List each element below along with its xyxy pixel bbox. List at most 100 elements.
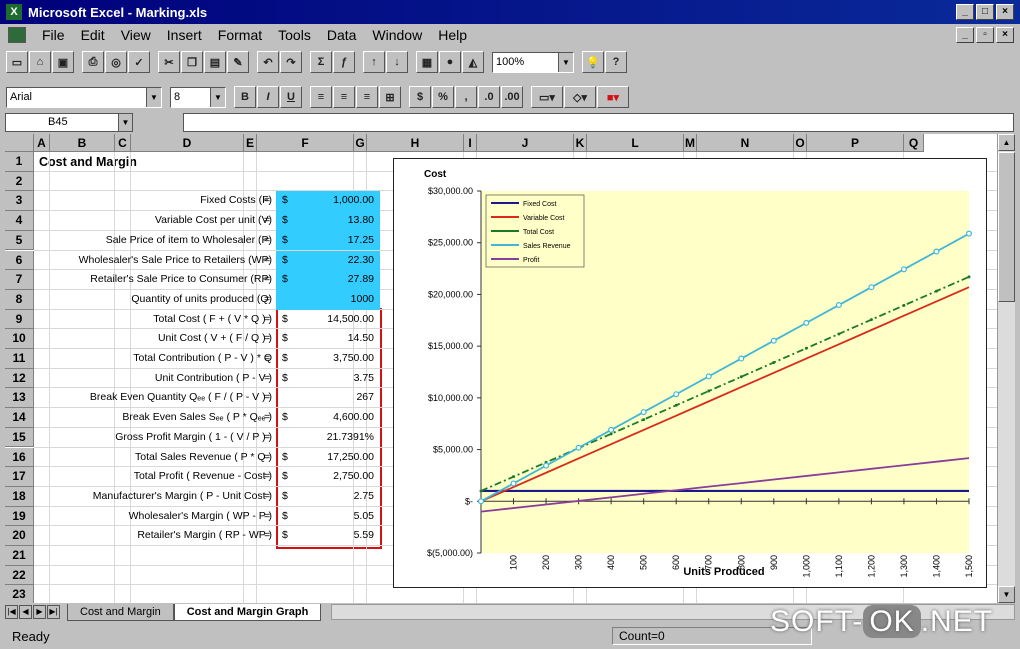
menu-file[interactable]: File [34, 27, 73, 43]
menu-view[interactable]: View [113, 27, 159, 43]
value-cell[interactable]: $14,500.00 [276, 310, 380, 330]
excel-app-icon[interactable]: X [6, 4, 22, 20]
tipwizard-icon[interactable]: 💡 [582, 51, 604, 73]
comma-icon[interactable]: , [455, 86, 477, 108]
row-header-2[interactable]: 2 [5, 171, 34, 192]
minimize-button[interactable]: _ [956, 4, 974, 20]
row-header-23[interactable]: 23 [5, 585, 34, 603]
chevron-down-icon[interactable]: ▼ [210, 87, 225, 107]
value-cell[interactable]: $5.05 [276, 507, 380, 527]
value-cell[interactable]: 1000 [276, 289, 380, 310]
print-icon[interactable]: ⎙ [82, 51, 104, 73]
row-header-12[interactable]: 12 [5, 368, 34, 389]
copy-icon[interactable]: ❐ [181, 51, 203, 73]
cut-icon[interactable]: ✂ [158, 51, 180, 73]
row-header-15[interactable]: 15 [5, 427, 34, 448]
column-header-h[interactable]: H [367, 134, 464, 152]
value-cell[interactable]: 21.7391% [276, 428, 380, 448]
column-header-e[interactable]: E [244, 134, 257, 152]
worksheet-grid[interactable]: Cost and Margin ABCDEFGHIJKLMNOPQ1234567… [5, 134, 997, 603]
row-header-11[interactable]: 11 [5, 349, 34, 369]
align-center-icon[interactable]: ≡ [333, 86, 355, 108]
close-button[interactable]: × [996, 4, 1014, 20]
column-header-j[interactable]: J [477, 134, 574, 152]
value-cell[interactable]: $27.89 [276, 270, 380, 290]
row-header-16[interactable]: 16 [5, 447, 34, 468]
scroll-up-icon[interactable]: ▲ [998, 134, 1015, 151]
sort-ascending-icon[interactable]: ↑ [363, 51, 385, 73]
value-cell[interactable]: $13.80 [276, 211, 380, 231]
vertical-scrollbar[interactable]: ▲ ▼ [997, 134, 1015, 603]
column-header-f[interactable]: F [257, 134, 354, 152]
font-size-select[interactable]: 8 ▼ [170, 86, 226, 108]
value-cell[interactable]: $2,750.00 [276, 467, 380, 487]
value-cell[interactable]: $14.50 [276, 329, 380, 349]
increase-decimal-icon[interactable]: .0 [478, 86, 500, 108]
value-cell[interactable]: $5.59 [276, 526, 380, 546]
print-preview-icon[interactable]: ◎ [105, 51, 127, 73]
map-icon[interactable]: ● [439, 51, 461, 73]
first-sheet-icon[interactable]: |◀ [5, 605, 18, 619]
open-icon[interactable]: ⌂ [29, 51, 51, 73]
row-header-21[interactable]: 21 [5, 546, 34, 566]
formula-input[interactable] [183, 113, 1014, 132]
value-cell[interactable]: 267 [276, 388, 380, 408]
select-all-corner[interactable] [5, 134, 34, 152]
format-painter-icon[interactable]: ✎ [227, 51, 249, 73]
row-header-10[interactable]: 10 [5, 329, 34, 349]
column-header-p[interactable]: P [807, 134, 904, 152]
percent-icon[interactable]: % [432, 86, 454, 108]
row-header-17[interactable]: 17 [5, 467, 34, 487]
chart-wizard-icon[interactable]: ▦ [416, 51, 438, 73]
chevron-down-icon[interactable]: ▼ [118, 114, 132, 131]
column-header-n[interactable]: N [697, 134, 794, 152]
paste-icon[interactable]: ▤ [204, 51, 226, 73]
doc-minimize-button[interactable]: _ [956, 27, 974, 43]
doc-restore-button[interactable]: ▫ [976, 27, 994, 43]
column-header-l[interactable]: L [587, 134, 684, 152]
tab-cost-and-margin-graph[interactable]: Cost and Margin Graph [173, 603, 322, 621]
drawing-icon[interactable]: ◭ [462, 51, 484, 73]
menu-format[interactable]: Format [210, 27, 270, 43]
menu-data[interactable]: Data [319, 27, 365, 43]
tab-cost-and-margin[interactable]: Cost and Margin [67, 603, 174, 621]
column-header-k[interactable]: K [574, 134, 587, 152]
scroll-down-icon[interactable]: ▼ [998, 586, 1015, 603]
value-cell[interactable]: $17.25 [276, 230, 380, 251]
fill-color-icon[interactable]: ◇▾ [564, 86, 596, 108]
save-icon[interactable]: ▣ [52, 51, 74, 73]
currency-icon[interactable]: $ [409, 86, 431, 108]
row-header-22[interactable]: 22 [5, 565, 34, 586]
column-header-c[interactable]: C [115, 134, 131, 152]
value-cell[interactable]: $1,000.00 [276, 191, 380, 212]
function-icon[interactable]: ƒ [333, 51, 355, 73]
spelling-icon[interactable]: ✓ [128, 51, 150, 73]
decrease-decimal-icon[interactable]: .00 [501, 86, 523, 108]
column-header-g[interactable]: G [354, 134, 367, 152]
column-header-o[interactable]: O [794, 134, 807, 152]
next-sheet-icon[interactable]: ▶ [33, 605, 46, 619]
help-icon[interactable]: ? [605, 51, 627, 73]
italic-icon[interactable]: I [257, 86, 279, 108]
menu-help[interactable]: Help [430, 27, 475, 43]
column-header-b[interactable]: B [50, 134, 115, 152]
align-left-icon[interactable]: ≡ [310, 86, 332, 108]
menu-edit[interactable]: Edit [73, 27, 113, 43]
underline-icon[interactable]: U [280, 86, 302, 108]
name-box[interactable]: B45 ▼ [5, 113, 133, 132]
undo-icon[interactable]: ↶ [257, 51, 279, 73]
maximize-button[interactable]: □ [976, 4, 994, 20]
row-header-1[interactable]: 1 [5, 152, 34, 172]
font-select[interactable]: Arial ▼ [6, 86, 162, 108]
menu-insert[interactable]: Insert [159, 27, 210, 43]
font-color-icon[interactable]: ■▾ [597, 86, 629, 108]
value-cell[interactable]: $17,250.00 [276, 448, 380, 468]
row-header-6[interactable]: 6 [5, 250, 34, 271]
zoom-select[interactable]: 100% ▼ [492, 51, 574, 73]
row-header-3[interactable]: 3 [5, 191, 34, 212]
row-header-18[interactable]: 18 [5, 486, 34, 507]
redo-icon[interactable]: ↷ [280, 51, 302, 73]
column-header-d[interactable]: D [131, 134, 244, 152]
menu-tools[interactable]: Tools [270, 27, 319, 43]
value-cell[interactable]: $4,600.00 [276, 408, 380, 428]
